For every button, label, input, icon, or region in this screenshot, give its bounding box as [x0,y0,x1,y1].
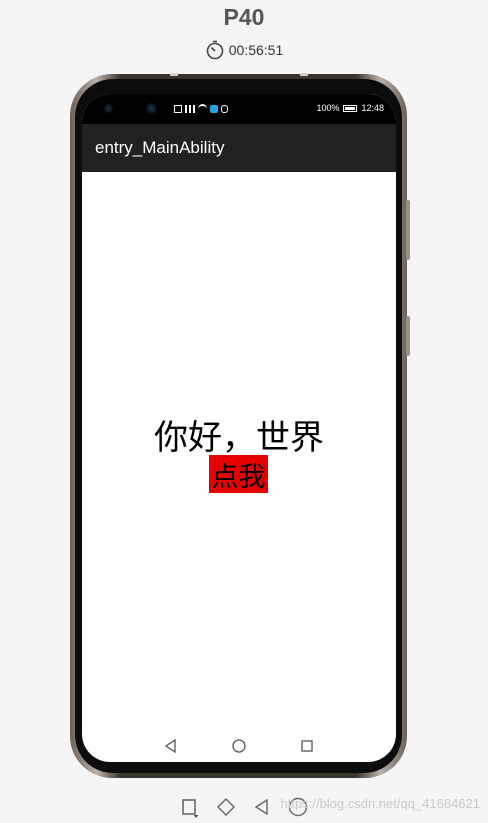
clock: 12:48 [361,103,384,113]
front-camera-icon [104,104,113,113]
timer-icon [205,40,225,60]
watermark: https://blog.csdn.net/qq_41684621 [280,796,481,811]
home-icon[interactable] [230,737,248,755]
volume-button[interactable] [406,200,410,260]
wifi-icon [198,104,207,114]
simulator-page: P40 00:56:51 100% 12:48 entry_MainAbilit… [0,0,488,823]
app-notification-icon [210,105,218,113]
status-icons [174,104,228,114]
device-name: P40 [223,4,265,30]
health-icon [221,105,228,113]
back-icon[interactable] [250,795,274,819]
click-me-button[interactable]: 点我 [209,455,268,493]
power-button[interactable] [406,316,410,356]
status-bar: 100% 12:48 [82,94,396,124]
battery-icon [343,104,358,112]
app-title: entry_MainAbility [95,138,225,157]
hd-icon [174,105,182,113]
recents-icon[interactable] [298,737,316,755]
frame-mark [170,73,178,76]
back-icon[interactable] [162,737,180,755]
eraser-icon[interactable] [214,795,238,819]
system-nav-bar [82,730,396,762]
frame-mark [300,73,308,76]
status-right: 100% 12:48 [316,103,384,113]
greeting-text: 你好，世界 [154,418,324,458]
main-content: 你好，世界 点我 [82,172,396,732]
session-timer: 00:56:51 [0,40,488,60]
front-camera-icon [146,103,157,114]
signal-icon [185,105,195,113]
app-bar: entry_MainAbility [82,124,396,172]
battery-percent: 100% [316,103,340,113]
timer-value: 00:56:51 [228,42,284,58]
rotate-icon[interactable] [178,795,202,819]
phone-screen: 100% 12:48 entry_MainAbility 你好，世界 点我 [82,94,396,762]
